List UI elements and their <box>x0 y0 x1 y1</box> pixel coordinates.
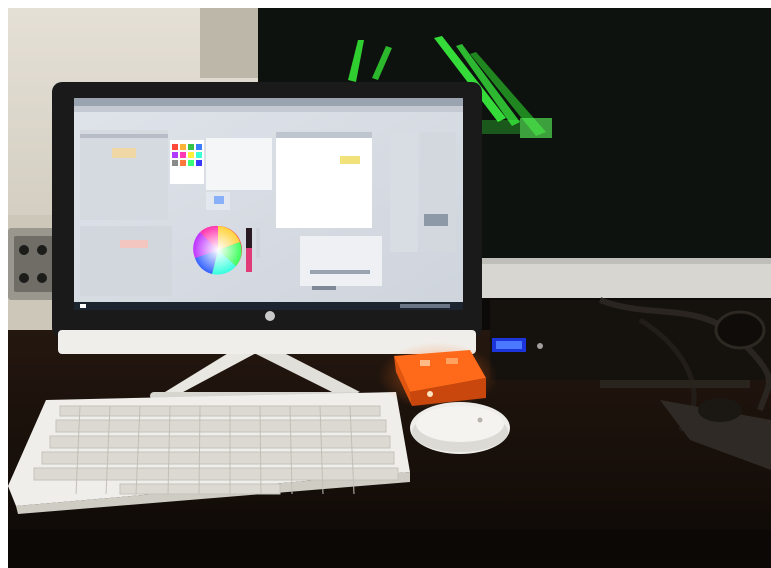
photo-scene <box>8 8 771 568</box>
color-wheel-icon <box>193 225 260 275</box>
foreground-shadow <box>8 530 771 568</box>
photo <box>8 8 771 568</box>
monitor-icon <box>52 82 482 354</box>
mouse-icon <box>410 402 510 454</box>
dmx-interface-box-icon <box>378 342 498 410</box>
